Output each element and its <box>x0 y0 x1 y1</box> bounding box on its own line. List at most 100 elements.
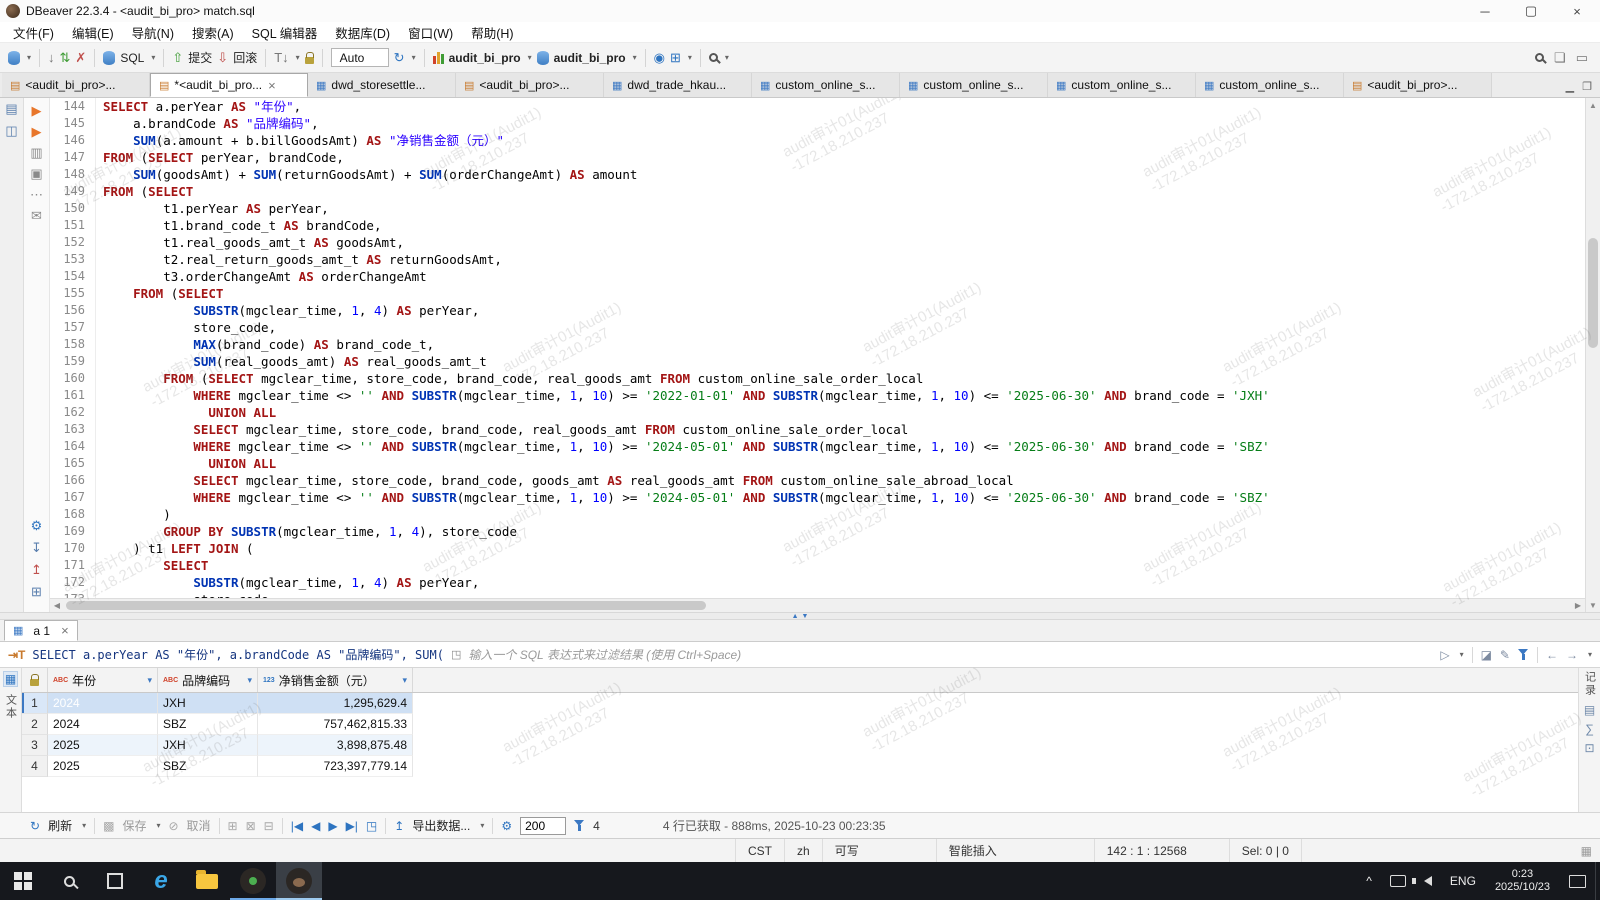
db-navigator-icon[interactable]: ▤ <box>5 102 17 115</box>
grid-corner[interactable] <box>22 668 48 692</box>
code-line-159[interactable]: 159 SUM(real_goods_amt) AS real_goods_am… <box>50 353 1585 370</box>
sql-menu-label[interactable]: SQL <box>120 51 144 65</box>
edge-button[interactable]: e <box>138 862 184 900</box>
close-tab-icon[interactable]: × <box>268 79 276 92</box>
expand-filter-icon[interactable]: ◳ <box>451 648 461 661</box>
collapse-down-icon[interactable]: ▼ <box>802 613 809 620</box>
database-dropdown-icon[interactable]: ▾ <box>633 53 637 62</box>
code-line-153[interactable]: 153 t2.real_return_goods_amt_t AS return… <box>50 251 1585 268</box>
editor-tab-7[interactable]: ▦custom_online_s... <box>1048 73 1196 97</box>
menu-item-3[interactable]: 搜索(A) <box>183 23 243 42</box>
cell[interactable]: 2025 <box>48 756 158 777</box>
code-line-155[interactable]: 155 FROM (SELECT <box>50 285 1585 302</box>
close-button[interactable]: × <box>1554 0 1600 22</box>
code-line-154[interactable]: 154 t3.orderChangeAmt AS orderChangeAmt <box>50 268 1585 285</box>
editor-tab-1[interactable]: ▤*<audit_bi_pro...× <box>150 73 308 97</box>
cell[interactable]: 757,462,815.33 <box>258 714 413 735</box>
search-icon[interactable] <box>709 53 718 62</box>
minimize-button[interactable]: ─ <box>1462 0 1508 22</box>
row-number[interactable]: 3 <box>22 735 48 756</box>
refresh-dropdown2-icon[interactable]: ▾ <box>82 821 86 830</box>
value-panel-icon[interactable]: ▤ <box>1584 704 1595 716</box>
duplicate-row-icon[interactable]: ⊠ <box>246 820 256 832</box>
column-sort-dropdown-icon[interactable]: ▾ <box>147 675 152 686</box>
code-line-165[interactable]: 165 UNION ALL <box>50 455 1585 472</box>
column-header-2[interactable]: 123净销售金额（元）▾ <box>258 668 413 692</box>
code-line-148[interactable]: 148 SUM(goodsAmt) + SUM(returnGoodsAmt) … <box>50 166 1585 183</box>
grid-tool-icon[interactable]: ⊞ <box>670 51 681 64</box>
cell[interactable]: 3,898,875.48 <box>258 735 413 756</box>
save-button[interactable]: 保存 <box>122 817 146 834</box>
code-line-158[interactable]: 158 MAX(brand_code) AS brand_code_t, <box>50 336 1585 353</box>
cell[interactable]: 723,397,779.14 <box>258 756 413 777</box>
hidden-icons-button[interactable]: ^ <box>1357 862 1381 900</box>
task-view-button[interactable] <box>92 862 138 900</box>
code-line-147[interactable]: 147FROM (SELECT perYear, brandCode, <box>50 149 1585 166</box>
menu-item-1[interactable]: 编辑(E) <box>63 23 123 42</box>
collapse-up-icon[interactable]: ▲ <box>792 613 799 620</box>
cell[interactable]: JXH <box>158 693 258 714</box>
code-line-171[interactable]: 171 SELECT <box>50 557 1585 574</box>
code-line-170[interactable]: 170 ) t1 LEFT JOIN ( <box>50 540 1585 557</box>
code-line-149[interactable]: 149FROM (SELECT <box>50 183 1585 200</box>
connection-dropdown-icon[interactable]: ▾ <box>27 53 31 62</box>
clear-filter-icon[interactable]: ◪ <box>1481 648 1492 662</box>
code-line-169[interactable]: 169 GROUP BY SUBSTR(mgclear_time, 1, 4),… <box>50 523 1585 540</box>
cell[interactable]: SBZ <box>158 756 258 777</box>
row-number[interactable]: 1 <box>22 693 48 714</box>
code-line-145[interactable]: 145 a.brandCode AS "品牌编码", <box>50 115 1585 132</box>
explain-plan-icon[interactable]: ▥ <box>30 146 42 159</box>
maximize-button[interactable]: ▢ <box>1508 0 1554 22</box>
code-line-144[interactable]: 144SELECT a.perYear AS "年份", <box>50 98 1585 115</box>
editor-tab-5[interactable]: ▦custom_online_s... <box>752 73 900 97</box>
menu-item-2[interactable]: 导航(N) <box>123 23 183 42</box>
cell[interactable]: JXH <box>158 735 258 756</box>
execute-script-icon[interactable]: ▶ <box>32 125 42 138</box>
add-row-icon[interactable]: ⊞ <box>228 820 238 832</box>
refresh-button[interactable]: 刷新 <box>48 817 72 834</box>
volume-button[interactable] <box>1415 862 1441 900</box>
minimize-view-icon[interactable]: ▭ <box>1576 51 1588 64</box>
last-page-icon[interactable]: ▶| <box>346 820 358 832</box>
code-line-152[interactable]: 152 t1.real_goods_amt_t AS goodsAmt, <box>50 234 1585 251</box>
app-button-1[interactable] <box>230 862 276 900</box>
more-actions-icon[interactable]: ⋯ <box>30 188 43 201</box>
column-sort-dropdown-icon[interactable]: ▾ <box>247 675 252 686</box>
minimize-editor-icon[interactable]: ▁ <box>1566 80 1574 93</box>
code-line-146[interactable]: 146 SUM(a.amount + b.billGoodsAmt) AS "净… <box>50 132 1585 149</box>
grid-panel-icon[interactable]: ⊞ <box>31 585 42 598</box>
sql-templates-icon[interactable]: ▣ <box>30 167 42 180</box>
export-dropdown-icon[interactable]: ▾ <box>480 821 484 830</box>
cancel-button[interactable]: 取消 <box>187 817 211 834</box>
filter-forward-icon[interactable]: → <box>1566 648 1578 662</box>
editor-tab-4[interactable]: ▦dwd_trade_hkau... <box>604 73 752 97</box>
cell[interactable]: 2025 <box>48 735 158 756</box>
scroll-left-icon[interactable]: ◀ <box>50 599 64 612</box>
maximize-editor-icon[interactable]: ❐ <box>1582 80 1592 93</box>
fetch-next-icon[interactable]: ↓ <box>48 51 55 64</box>
next-page-icon[interactable]: ▶ <box>328 820 337 832</box>
show-desktop-button[interactable] <box>1595 862 1600 900</box>
text-view-tab[interactable]: 文本 <box>3 694 19 720</box>
menu-item-6[interactable]: 窗口(W) <box>399 23 462 42</box>
touch-keyboard-button[interactable] <box>1381 862 1415 900</box>
row-number[interactable]: 4 <box>22 756 48 777</box>
cell[interactable]: 2024 <box>48 714 158 735</box>
column-sort-dropdown-icon[interactable]: ▾ <box>402 675 407 686</box>
editor-tab-8[interactable]: ▦custom_online_s... <box>1196 73 1344 97</box>
scroll-down-icon[interactable]: ▼ <box>1586 598 1600 612</box>
commit-icon[interactable]: ⇧ <box>172 51 183 64</box>
file-explorer-button[interactable] <box>184 862 230 900</box>
auto-commit-combo[interactable]: Auto <box>331 48 389 67</box>
import-file-icon[interactable]: ↥ <box>31 563 42 576</box>
editor-results-splitter[interactable]: ▲ ▼ <box>0 612 1600 620</box>
settings-gear-icon[interactable]: ⚙ <box>31 519 43 532</box>
dbeaver-taskbar-button[interactable] <box>276 862 322 900</box>
code-line-156[interactable]: 156 SUBSTR(mgclear_time, 1, 4) AS perYea… <box>50 302 1585 319</box>
prev-page-icon[interactable]: ◀ <box>311 820 320 832</box>
grid-view-icon[interactable]: ▦ <box>3 671 18 687</box>
record-mode-tab[interactable]: 记录 <box>1582 671 1598 697</box>
code-line-157[interactable]: 157 store_code, <box>50 319 1585 336</box>
transaction-mode-icon[interactable]: T↓ <box>274 51 288 64</box>
horizontal-scrollbar[interactable]: ◀ ▶ <box>50 598 1585 612</box>
